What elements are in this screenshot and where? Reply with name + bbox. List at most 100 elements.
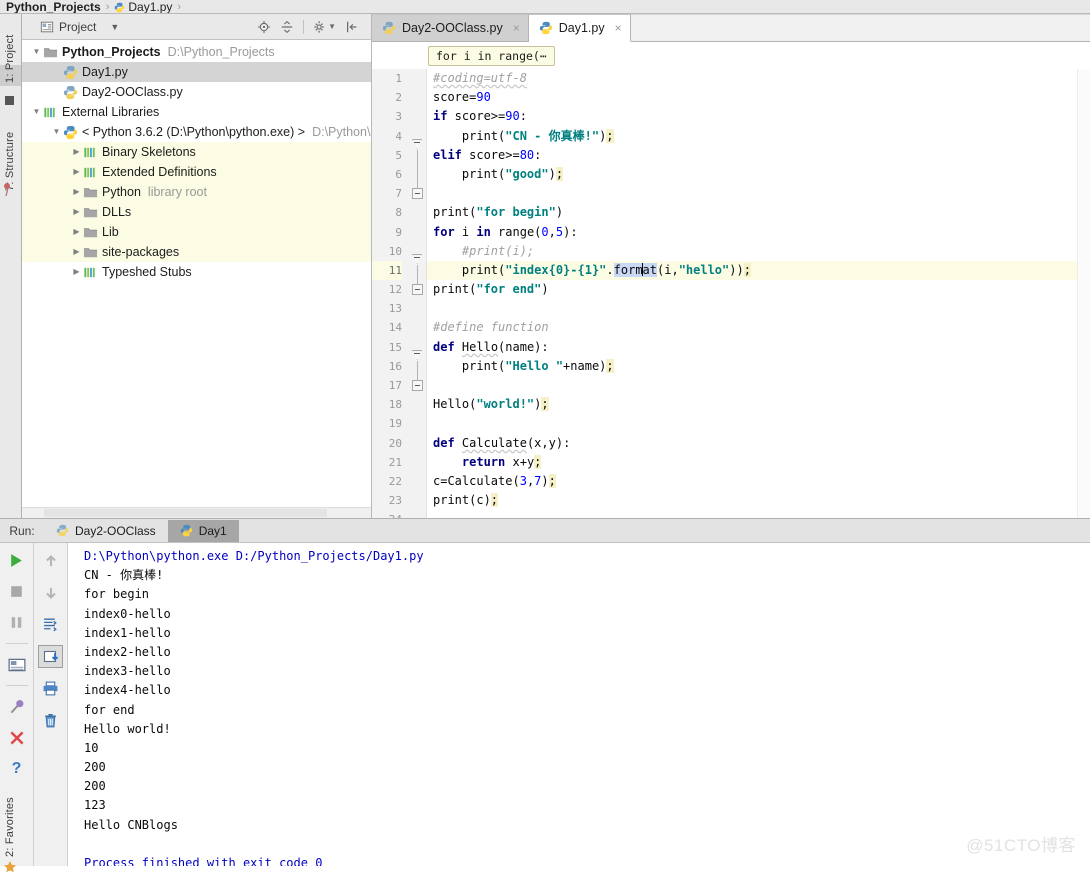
editor-tab-day1[interactable]: Day1.py ×: [528, 14, 631, 42]
code-line-1[interactable]: #coding=utf-8: [427, 69, 1077, 88]
tree-node[interactable]: Day1.py: [22, 62, 371, 82]
line-number: 7: [395, 187, 402, 201]
code-line-9[interactable]: for i in range(0,5):: [427, 223, 1077, 242]
run-tab-day2[interactable]: Day2-OOClass: [44, 519, 168, 542]
console-line: 123: [84, 798, 106, 813]
chevron-right-icon[interactable]: [70, 208, 83, 216]
code-line-11[interactable]: print("index{0}-{1}".format(i,"hello"));: [427, 260, 1077, 281]
code-line-6[interactable]: print("good");: [427, 165, 1077, 184]
tree-node[interactable]: Python library root: [22, 182, 371, 202]
scrollbar-thumb[interactable]: [44, 509, 327, 517]
code-line-23[interactable]: print(c);: [427, 491, 1077, 510]
line-number: 16: [388, 359, 402, 373]
code-line-21[interactable]: return x+y;: [427, 453, 1077, 472]
soft-wrap-icon[interactable]: [38, 613, 63, 636]
scroll-to-end-icon[interactable]: [38, 645, 63, 668]
code-line-14[interactable]: #define function: [427, 318, 1077, 337]
project-panel-title-group[interactable]: Project: [40, 20, 96, 34]
console-output[interactable]: D:\Python\python.exe D:/Python_Projects/…: [68, 543, 1090, 866]
breadcrumb-file[interactable]: Day1.py: [128, 1, 172, 13]
code-line-22[interactable]: c=Calculate(3,7);: [427, 472, 1077, 491]
chevron-right-icon[interactable]: [70, 168, 83, 176]
editor-breadcrumb-row: for i in range(⋯: [372, 42, 1090, 69]
console-icon[interactable]: [4, 653, 29, 676]
tree-node-label: Typeshed Stubs: [102, 265, 192, 279]
console-link-line[interactable]: D:\Python\python.exe D:/Python_Projects/…: [84, 547, 1090, 566]
tree-node[interactable]: External Libraries: [22, 102, 371, 122]
code-line-5[interactable]: elif score>=80:: [427, 146, 1077, 165]
collapse-all-icon[interactable]: [280, 20, 294, 34]
code-line-4[interactable]: print("CN - 你真棒!");: [427, 127, 1077, 146]
code-line-18[interactable]: Hello("world!");: [427, 395, 1077, 414]
close-icon[interactable]: ×: [513, 21, 520, 35]
chevron-down-icon[interactable]: ▼: [110, 22, 119, 32]
editor-tab-day1-label: Day1.py: [558, 21, 605, 35]
tree-node[interactable]: Extended Definitions: [22, 162, 371, 182]
arrow-up-icon[interactable]: [38, 549, 63, 572]
tree-node[interactable]: Python_Projects D:\Python_Projects: [22, 42, 371, 62]
gear-icon[interactable]: ▼: [313, 20, 336, 34]
chevron-right-icon[interactable]: [70, 228, 83, 236]
code-line-13[interactable]: [427, 299, 1077, 318]
breadcrumb: Python_Projects › Day1.py ›: [0, 0, 1090, 14]
fold-marker-def-hello-end[interactable]: [412, 284, 423, 295]
code-line-20[interactable]: def Calculate(x,y):: [427, 434, 1077, 453]
code-line-24[interactable]: [427, 510, 1077, 518]
code-line-12[interactable]: print("for end"): [427, 280, 1077, 299]
chevron-right-icon[interactable]: [70, 268, 83, 276]
stop-icon[interactable]: [4, 580, 29, 603]
fold-marker-def-hello[interactable]: [412, 254, 423, 265]
code-text[interactable]: #coding=utf-8 score=90 if score>=90: pri…: [427, 69, 1077, 518]
project-tree[interactable]: Python_Projects D:\Python_Projects Day1.py…: [22, 40, 371, 507]
chevron-right-icon[interactable]: [70, 248, 83, 256]
code-context-chip[interactable]: for i in range(⋯: [428, 45, 555, 66]
run-tab-day1[interactable]: Day1: [167, 519, 239, 542]
fold-gutter[interactable]: [408, 69, 427, 518]
code-line-8[interactable]: print("for begin"): [427, 203, 1077, 222]
tree-node[interactable]: Day2-OOClass.py: [22, 82, 371, 102]
chevron-down-icon[interactable]: [50, 128, 63, 136]
tree-node[interactable]: DLLs: [22, 202, 371, 222]
chevron-right-icon[interactable]: [70, 188, 83, 196]
project-horizontal-scrollbar[interactable]: [22, 507, 371, 518]
tree-node[interactable]: Binary Skeletons: [22, 142, 371, 162]
code-line-16[interactable]: print("Hello "+name);: [427, 357, 1077, 376]
console-link-line[interactable]: Process finished with exit code 0: [84, 854, 1090, 866]
tree-node[interactable]: Typeshed Stubs: [22, 262, 371, 282]
tree-node[interactable]: < Python 3.6.2 (D:\Python\python.exe) > D…: [22, 122, 371, 142]
run-icon[interactable]: [4, 549, 29, 572]
chevron-down-icon[interactable]: [30, 48, 43, 56]
chevron-right-icon[interactable]: [70, 148, 83, 156]
tree-node[interactable]: site-packages: [22, 242, 371, 262]
code-line-19[interactable]: [427, 414, 1077, 433]
breadcrumb-project[interactable]: Python_Projects: [6, 1, 101, 13]
tool-tab-structure[interactable]: 7: Structure: [0, 110, 21, 191]
tool-tab-favorites[interactable]: 2: Favorites: [0, 774, 21, 857]
close-icon[interactable]: ×: [615, 21, 622, 35]
code-line-15[interactable]: def Hello(name):: [427, 338, 1077, 357]
chevron-down-icon[interactable]: [30, 108, 43, 116]
code-line-10[interactable]: #print(i);: [427, 242, 1077, 261]
pin-icon[interactable]: [4, 695, 29, 718]
editor-scrollbar[interactable]: [1077, 69, 1090, 518]
tool-tab-project[interactable]: 1: Project: [0, 14, 21, 86]
code-line-17[interactable]: [427, 376, 1077, 395]
tree-node[interactable]: Lib: [22, 222, 371, 242]
code-line-7[interactable]: [427, 184, 1077, 203]
trash-icon[interactable]: [38, 709, 63, 732]
code-line-2[interactable]: score=90: [427, 88, 1077, 107]
editor-tab-day2[interactable]: Day2-OOClass.py ×: [372, 14, 529, 41]
code-line-3[interactable]: if score>=90:: [427, 107, 1077, 126]
fold-marker-def-calculate[interactable]: [412, 350, 423, 361]
close-icon[interactable]: [4, 726, 29, 749]
arrow-down-icon[interactable]: [38, 581, 63, 604]
pause-icon[interactable]: [4, 611, 29, 634]
fold-marker-def-calculate-end[interactable]: [412, 380, 423, 391]
fold-marker-for[interactable]: [412, 139, 423, 150]
library-icon: [83, 165, 98, 180]
print-icon[interactable]: [38, 677, 63, 700]
hide-icon[interactable]: [345, 20, 359, 34]
locate-icon[interactable]: [257, 20, 271, 34]
fold-marker-for-end[interactable]: [412, 188, 423, 199]
